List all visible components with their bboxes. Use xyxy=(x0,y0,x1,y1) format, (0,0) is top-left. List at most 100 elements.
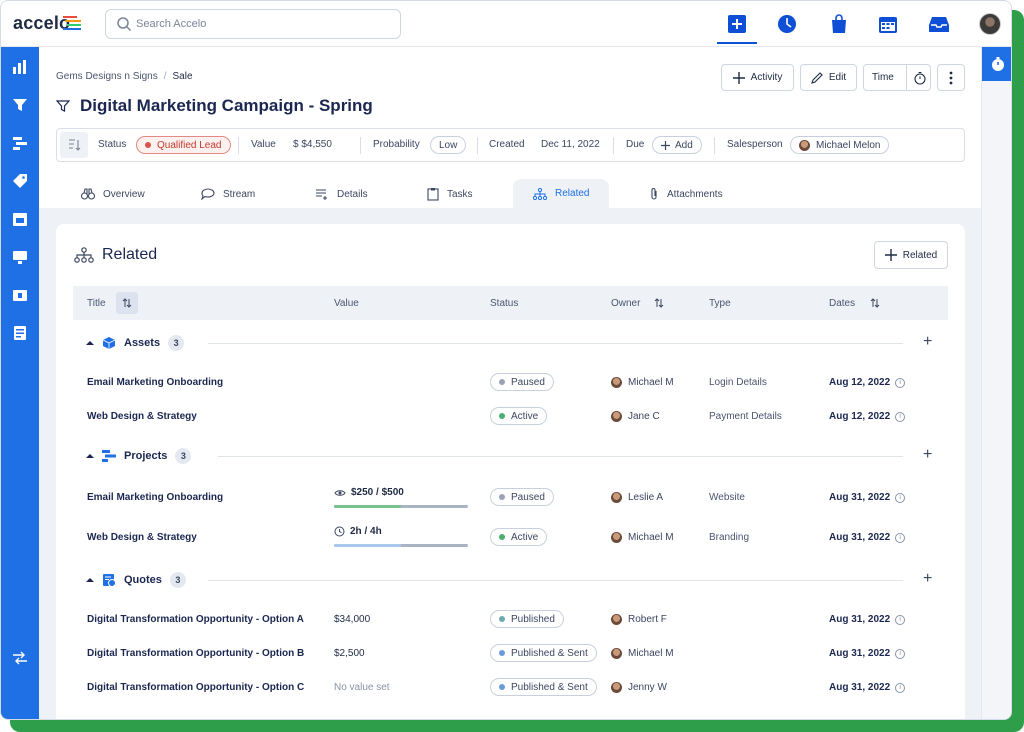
row-title[interactable]: Digital Transformation Opportunity - Opt… xyxy=(87,614,304,625)
info-icon[interactable]: i xyxy=(895,532,906,543)
row-title[interactable]: Web Design & Strategy xyxy=(87,532,197,543)
group-projects-header[interactable]: Projects 3 xyxy=(86,448,192,464)
edit-button[interactable]: Edit xyxy=(800,64,857,91)
row-title[interactable]: Email Marketing Onboarding xyxy=(87,377,223,388)
owner-cell[interactable]: Michael M xyxy=(611,532,674,543)
tab-stream[interactable]: Stream xyxy=(201,179,255,209)
schedule-icon[interactable] xyxy=(12,211,28,227)
breadcrumb-parent[interactable]: Gems Designs n Signs xyxy=(56,71,158,82)
calendar-button[interactable] xyxy=(875,11,901,37)
more-options-button[interactable] xyxy=(937,64,965,91)
status-badge[interactable]: Active xyxy=(490,407,548,425)
due-add-button[interactable]: Add xyxy=(652,136,702,154)
time-button[interactable]: Time xyxy=(863,64,931,91)
progress-fill xyxy=(334,544,401,547)
inbox-icon xyxy=(929,17,949,32)
add-project-button[interactable]: + xyxy=(923,446,932,464)
info-icon[interactable]: i xyxy=(895,648,906,659)
add-related-button[interactable]: Related xyxy=(874,241,948,269)
summary-sort-button[interactable] xyxy=(60,132,88,158)
status-badge[interactable]: Qualified Lead xyxy=(136,136,231,154)
calendar-icon xyxy=(879,17,897,33)
billing-icon[interactable] xyxy=(12,287,28,303)
dashboard-icon[interactable] xyxy=(12,59,28,75)
sort-owner-icon[interactable] xyxy=(654,298,664,308)
row-title[interactable]: Digital Transformation Opportunity - Opt… xyxy=(87,648,304,659)
status-text: Published xyxy=(511,613,555,625)
status-badge[interactable]: Active xyxy=(490,528,548,546)
plus-icon xyxy=(732,71,745,84)
row-title[interactable]: Email Marketing Onboarding xyxy=(87,492,223,503)
owner-cell[interactable]: Robert F xyxy=(611,614,667,625)
row-title[interactable]: Digital Transformation Opportunity - Opt… xyxy=(87,682,304,693)
col-title: Title xyxy=(87,298,106,309)
status-dot xyxy=(145,142,151,148)
brand-logo[interactable]: accelo xyxy=(13,13,70,34)
tab-label: Tasks xyxy=(447,188,473,200)
status-badge[interactable]: Paused xyxy=(490,373,554,391)
clipboard-icon xyxy=(427,188,439,201)
tab-details[interactable]: Details xyxy=(315,179,368,209)
status-text: Active xyxy=(511,410,539,422)
search-input[interactable]: Search Accelo xyxy=(105,9,401,39)
owner-cell[interactable]: Michael M xyxy=(611,648,674,659)
clock-icon xyxy=(778,15,796,33)
owner-cell[interactable]: Michael M xyxy=(611,377,674,388)
sales-button[interactable] xyxy=(826,11,852,37)
gantt-icon xyxy=(102,450,116,462)
monitor-icon[interactable] xyxy=(12,249,28,265)
tab-related[interactable]: Related xyxy=(513,179,610,208)
app-frame: accelo Search Accelo Gems Designs n Sign… xyxy=(0,0,1024,732)
add-quote-button[interactable]: + xyxy=(923,570,932,588)
group-assets-header[interactable]: Assets 3 xyxy=(86,335,185,351)
tab-attachments[interactable]: Attachments xyxy=(649,179,723,209)
type-cell: Website xyxy=(709,492,745,503)
tab-tasks[interactable]: Tasks xyxy=(427,179,473,209)
date-text: Aug 31, 2022 xyxy=(829,648,891,659)
salesperson-chip[interactable]: Michael Melon xyxy=(790,136,890,154)
stopwatch-icon xyxy=(992,57,1004,71)
funnel-icon[interactable] xyxy=(12,97,28,113)
timer-button[interactable] xyxy=(774,11,800,37)
add-asset-button[interactable]: + xyxy=(923,333,932,351)
date-cell: Aug 31, 2022 i xyxy=(829,492,906,503)
info-icon[interactable]: i xyxy=(895,682,906,693)
collapse-sidebar-icon[interactable] xyxy=(12,650,28,666)
create-new-button[interactable] xyxy=(724,11,750,37)
info-icon[interactable]: i xyxy=(895,377,906,388)
inbox-button[interactable] xyxy=(926,11,952,37)
row-title[interactable]: Web Design & Strategy xyxy=(87,411,197,422)
owner-cell[interactable]: Leslie A xyxy=(611,492,663,503)
owner-name: Michael M xyxy=(628,532,674,543)
sort-title-button[interactable] xyxy=(116,292,138,314)
status-badge[interactable]: Published & Sent xyxy=(490,644,597,662)
tab-label: Attachments xyxy=(667,188,723,200)
budget-progress-bar xyxy=(334,505,468,508)
group-quotes-header[interactable]: Quotes 3 xyxy=(86,572,186,588)
col-status: Status xyxy=(490,298,519,309)
status-text: Published & Sent xyxy=(511,647,588,659)
tag-icon[interactable] xyxy=(12,173,28,189)
breadcrumb-current[interactable]: Sale xyxy=(173,71,193,82)
info-icon[interactable]: i xyxy=(895,492,906,503)
projects-icon[interactable] xyxy=(12,135,28,151)
probability-badge[interactable]: Low xyxy=(430,136,467,154)
activity-button[interactable]: Activity xyxy=(721,64,794,91)
right-sidebar xyxy=(981,47,1011,719)
tab-overview[interactable]: Overview xyxy=(81,179,145,209)
type-cell: Login Details xyxy=(709,377,767,388)
stopwatch-button[interactable] xyxy=(982,47,1011,81)
status-text: Published & Sent xyxy=(511,681,588,693)
info-icon[interactable]: i xyxy=(895,411,906,422)
sort-dates-icon[interactable] xyxy=(870,298,880,308)
status-badge[interactable]: Published xyxy=(490,610,564,628)
status-badge[interactable]: Paused xyxy=(490,488,554,506)
created-date: Dec 11, 2022 xyxy=(541,139,600,150)
report-icon[interactable] xyxy=(12,325,28,341)
user-avatar[interactable] xyxy=(979,13,1001,35)
group-name: Quotes xyxy=(124,574,162,586)
owner-cell[interactable]: Jane C xyxy=(611,411,660,422)
owner-cell[interactable]: Jenny W xyxy=(611,682,667,693)
info-icon[interactable]: i xyxy=(895,614,906,625)
status-badge[interactable]: Published & Sent xyxy=(490,678,597,696)
